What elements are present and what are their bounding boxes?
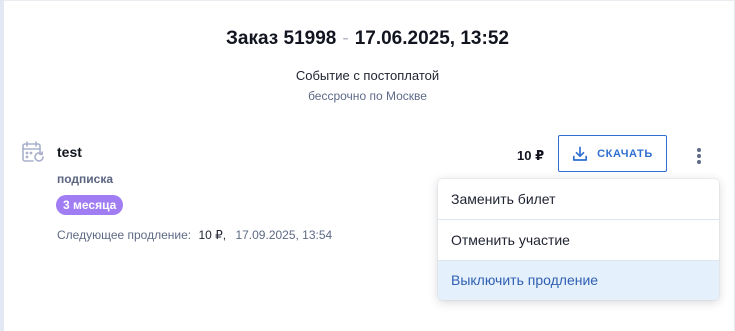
renewal-info: Следующее продление: 10 ₽, 17.09.2025, 1… [57,228,332,242]
duration-badge: 3 месяца [56,195,124,215]
download-icon [572,146,588,162]
order-title: Заказ 51998-17.06.2025, 13:52 [0,28,735,50]
context-menu: Заменить билет Отменить участие Выключит… [438,179,719,300]
menu-item-cancel-participation[interactable]: Отменить участие [438,220,719,261]
menu-item-replace-ticket[interactable]: Заменить билет [438,179,719,220]
event-name: Событие с постоплатой [295,68,440,83]
ticket-price: 10 ₽ [517,148,545,163]
order-datetime: 17.06.2025, 13:52 [354,28,509,49]
renewal-label: Следующее продление: [57,228,192,242]
renewal-price: 10 ₽, [198,228,227,242]
calendar-refresh-icon [21,140,45,166]
ticket-type: подписка [57,172,114,186]
menu-item-disable-renewal[interactable]: Выключить продление [438,261,719,300]
title-separator: - [342,28,349,49]
more-vertical-icon[interactable] [690,143,708,167]
download-label: СКАЧАТЬ [597,147,653,160]
renewal-date: 17.09.2025, 13:54 [235,228,333,242]
ticket-name: test [57,144,82,160]
order-number: Заказ 51998 [226,28,337,49]
top-border [0,0,735,1]
download-button[interactable]: СКАЧАТЬ [558,135,667,172]
event-subtitle: бессрочно по Москве [308,89,427,103]
